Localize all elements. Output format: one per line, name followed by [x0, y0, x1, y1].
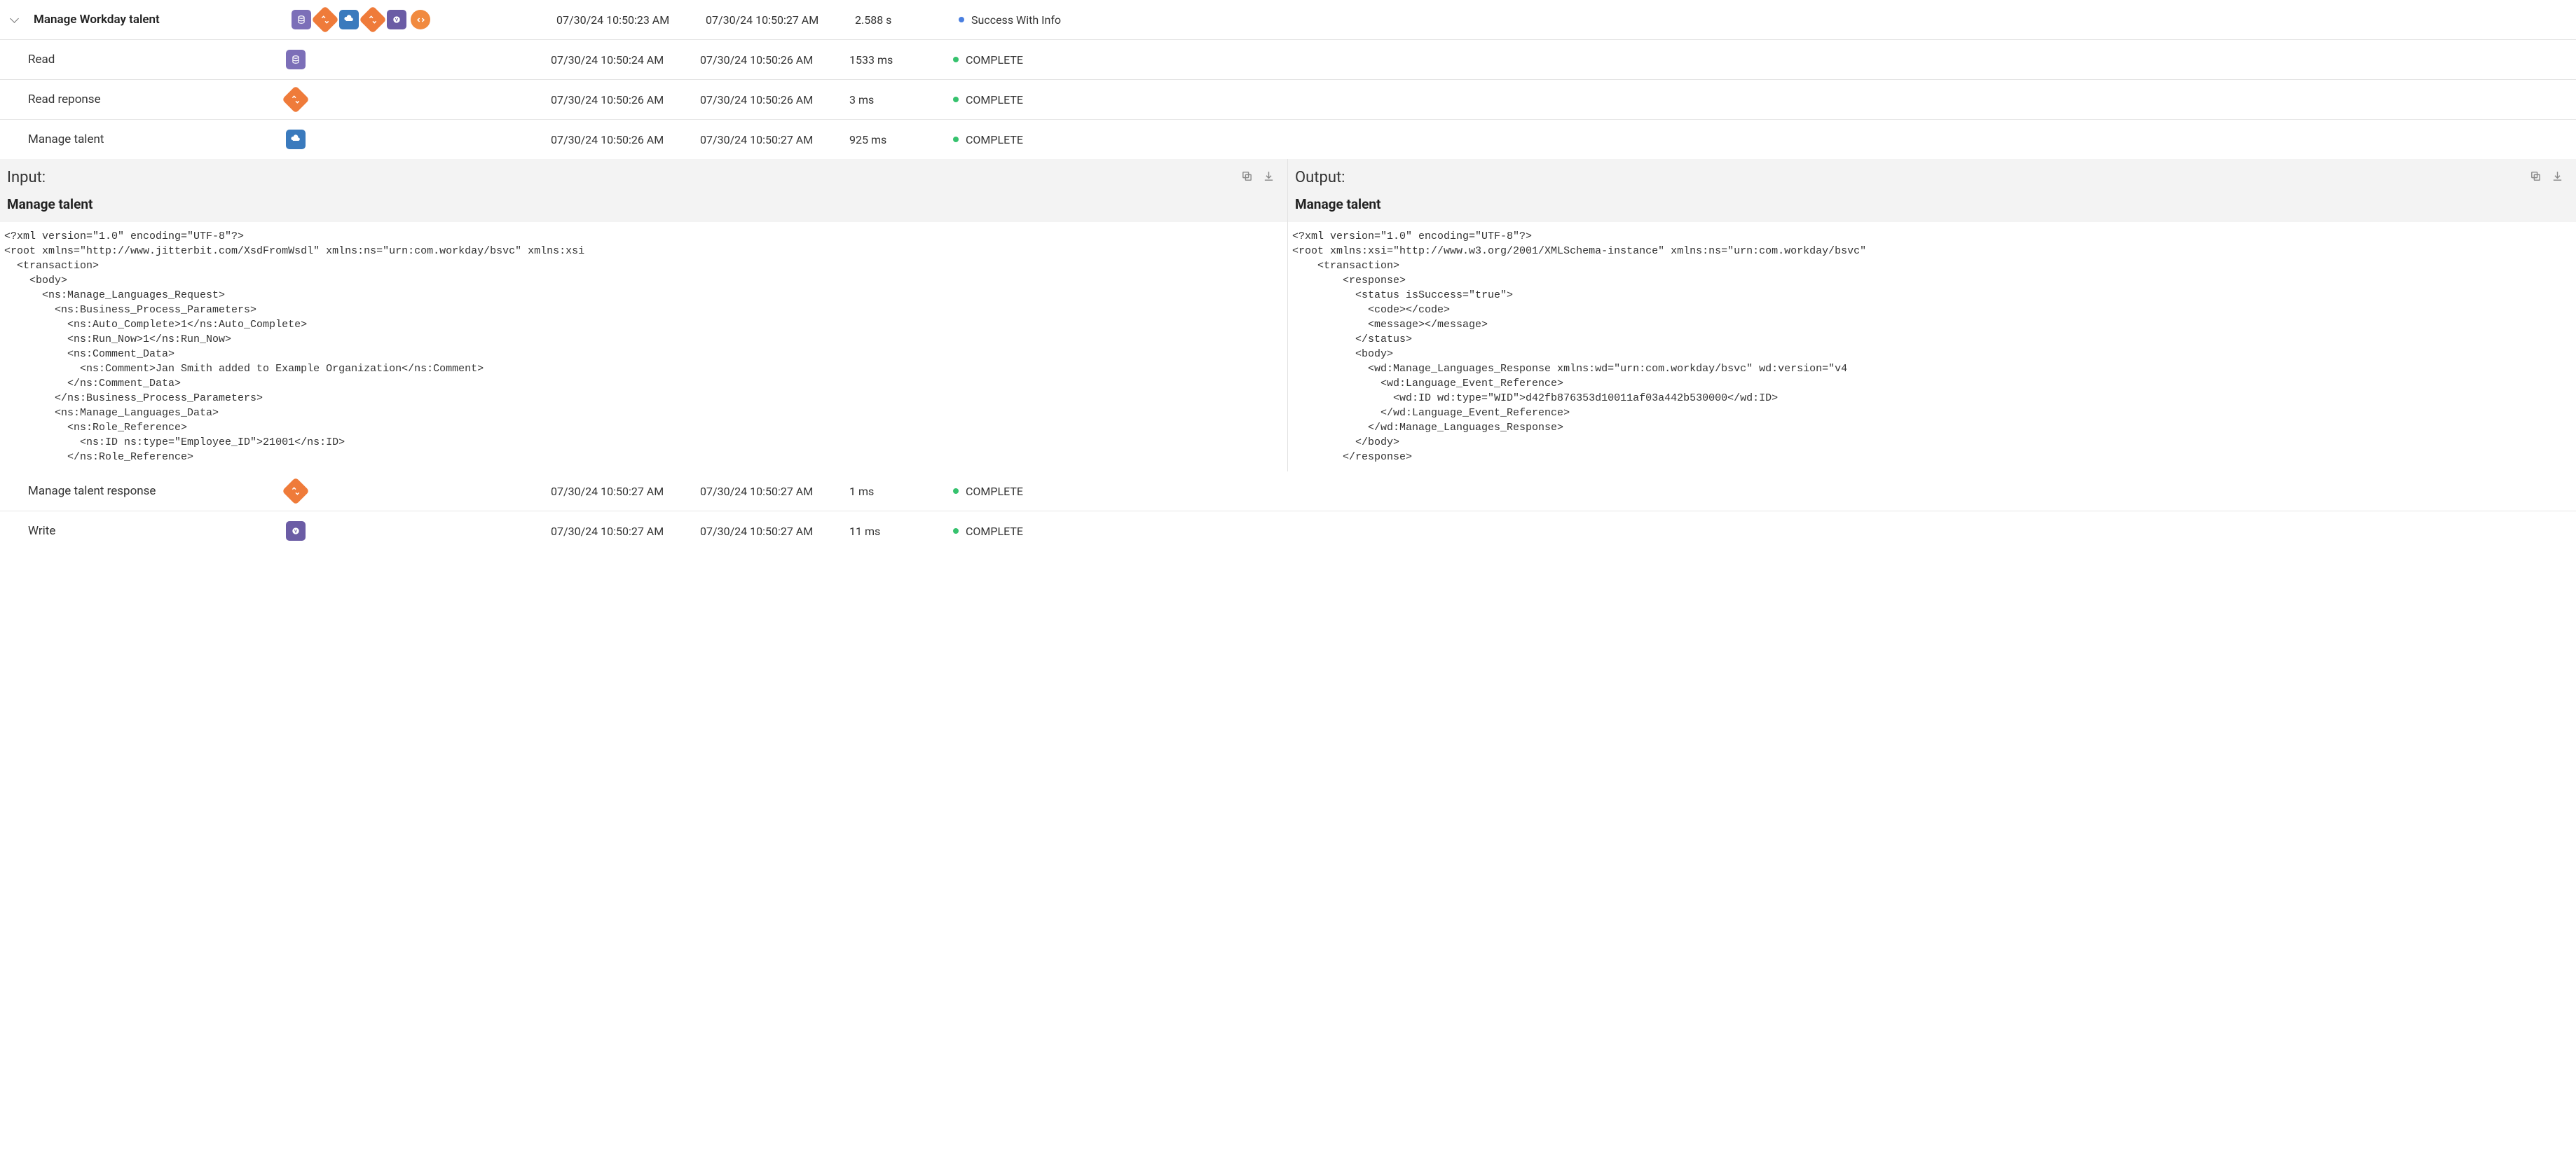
status-text: COMPLETE	[966, 485, 1023, 498]
step-icons	[286, 481, 545, 501]
expand-toggle[interactable]	[0, 18, 28, 22]
end-time: 07/30/24 10:50:27 AM	[706, 13, 849, 27]
duration: 1 ms	[849, 485, 947, 498]
status: Success With Info	[959, 13, 2576, 27]
step-name: Write	[28, 524, 280, 538]
download-icon[interactable]	[1263, 170, 1275, 185]
table-row[interactable]: Manage talent 07/30/24 10:50:26 AM 07/30/2…	[0, 120, 2576, 159]
status-dot-icon	[953, 97, 959, 102]
status-dot-icon	[953, 488, 959, 494]
database-icon	[292, 10, 311, 29]
duration: 11 ms	[849, 525, 947, 538]
duration: 925 ms	[849, 133, 947, 146]
step-name: Read reponse	[28, 92, 280, 106]
status: COMPLETE	[953, 133, 2576, 146]
input-title: Input:	[7, 169, 46, 186]
step-icons: V	[292, 10, 551, 29]
end-time: 07/30/24 10:50:27 AM	[700, 133, 844, 146]
status-text: COMPLETE	[966, 53, 1023, 67]
step-icons: V	[286, 521, 545, 541]
start-time: 07/30/24 10:50:24 AM	[551, 53, 694, 67]
step-name: Manage talent	[28, 132, 280, 146]
step-icons	[286, 130, 545, 149]
transform-icon	[282, 85, 310, 113]
output-panel: Output: Manage talent <?xml version="1.0…	[1288, 159, 2576, 471]
duration: 1533 ms	[849, 53, 947, 67]
status-text: COMPLETE	[966, 93, 1023, 106]
status: COMPLETE	[953, 525, 2576, 538]
status-text: COMPLETE	[966, 525, 1023, 538]
output-subtitle: Manage talent	[1288, 192, 2576, 222]
input-subtitle: Manage talent	[0, 192, 1287, 222]
start-time: 07/30/24 10:50:27 AM	[551, 525, 694, 538]
transform-icon	[311, 6, 339, 34]
end-time: 07/30/24 10:50:26 AM	[700, 93, 844, 106]
step-icons	[286, 50, 545, 69]
database-icon	[286, 50, 306, 69]
script-icon	[411, 10, 430, 29]
table-row[interactable]: Read 07/30/24 10:50:24 AM 07/30/24 10:50:2…	[0, 40, 2576, 80]
workday-icon	[286, 130, 306, 149]
output-code[interactable]: <?xml version="1.0" encoding="UTF-8"?> <…	[1288, 222, 2576, 471]
table-row[interactable]: Write V 07/30/24 10:50:27 AM 07/30/24 10:50…	[0, 511, 2576, 551]
transform-icon	[282, 477, 310, 505]
end-time: 07/30/24 10:50:27 AM	[700, 485, 844, 498]
table-row[interactable]: Manage Workday talent V 07/30/24 10:50:23 …	[0, 0, 2576, 40]
start-time: 07/30/24 10:50:23 AM	[556, 13, 700, 27]
variable-icon: V	[286, 521, 306, 541]
download-icon[interactable]	[2551, 170, 2563, 185]
input-code[interactable]: <?xml version="1.0" encoding="UTF-8"?> <…	[0, 222, 1287, 471]
table-row[interactable]: Manage talent response 07/30/24 10:50:27 …	[0, 471, 2576, 511]
start-time: 07/30/24 10:50:26 AM	[551, 133, 694, 146]
start-time: 07/30/24 10:50:26 AM	[551, 93, 694, 106]
status-dot-icon	[959, 17, 964, 22]
output-title: Output:	[1295, 169, 1345, 186]
status: COMPLETE	[953, 485, 2576, 498]
status-dot-icon	[953, 528, 959, 534]
step-name: Manage talent response	[28, 484, 280, 498]
input-panel: Input: Manage talent <?xml version="1.0"…	[0, 159, 1288, 471]
table-row[interactable]: Read reponse 07/30/24 10:50:26 AM 07/30/24…	[0, 80, 2576, 120]
status-dot-icon	[953, 57, 959, 62]
status: COMPLETE	[953, 53, 2576, 67]
copy-icon[interactable]	[2530, 170, 2542, 185]
io-panels: Input: Manage talent <?xml version="1.0"…	[0, 159, 2576, 471]
duration: 3 ms	[849, 93, 947, 106]
status-dot-icon	[953, 137, 959, 142]
step-icons	[286, 90, 545, 109]
duration: 2.588 s	[855, 13, 953, 27]
step-name: Read	[28, 53, 280, 67]
variable-icon: V	[387, 10, 406, 29]
end-time: 07/30/24 10:50:26 AM	[700, 53, 844, 67]
start-time: 07/30/24 10:50:27 AM	[551, 485, 694, 498]
transform-icon	[359, 6, 387, 34]
status-text: Success With Info	[971, 13, 1061, 27]
workday-icon	[339, 10, 359, 29]
end-time: 07/30/24 10:50:27 AM	[700, 525, 844, 538]
status: COMPLETE	[953, 93, 2576, 106]
copy-icon[interactable]	[1241, 170, 1253, 185]
chevron-down-icon	[10, 14, 19, 23]
status-text: COMPLETE	[966, 133, 1023, 146]
step-name: Manage Workday talent	[34, 13, 286, 27]
